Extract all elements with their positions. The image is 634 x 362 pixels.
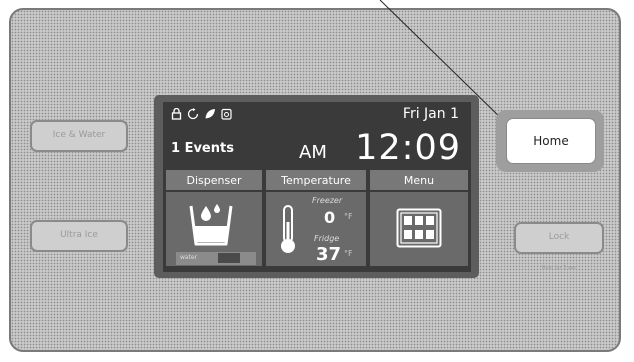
tab-menu[interactable]: Menu (370, 170, 468, 190)
tab-temperature[interactable]: Temperature (266, 170, 366, 190)
ice-water-label: Ice & Water (52, 130, 106, 141)
refresh-icon (187, 108, 199, 122)
lock-label: Lock (548, 232, 570, 243)
date-display: Fri Jan 1 (402, 106, 459, 122)
tab-dispenser-label: Dispenser (186, 173, 242, 187)
tab-temperature-label: Temperature (281, 173, 351, 187)
ultra-ice-label: Ultra Ice (60, 230, 98, 241)
clock-time: 12:09 (355, 128, 461, 168)
status-bar: Fri Jan 1 1 Events AM 12:09 (163, 102, 471, 167)
tab-menu-label: Menu (403, 173, 435, 187)
water-mode-label: water (180, 254, 198, 261)
freezer-temp: 0 (324, 208, 336, 227)
lock-caption: Hold for 3 sec (541, 265, 577, 271)
ice-water-button[interactable]: Ice & Water (30, 120, 128, 152)
lock-button[interactable]: Lock (514, 222, 604, 254)
freezer-unit: °F (344, 212, 353, 221)
lock-icon (171, 107, 182, 122)
home-button[interactable]: Home (506, 118, 596, 164)
events-count[interactable]: 1 Events (171, 141, 234, 156)
home-label: Home (533, 134, 569, 148)
menu-grid-icon (396, 208, 442, 248)
water-mode-chip (218, 253, 240, 263)
am-pm-indicator: AM (299, 142, 327, 163)
dispenser-tile[interactable]: water (166, 192, 262, 266)
temperature-tile[interactable]: Freezer 0 °F Fridge 37 °F (266, 192, 366, 266)
display-screen: Fri Jan 1 1 Events AM 12:09 Dispenser Te… (163, 102, 471, 272)
fridge-temp: 37 (316, 244, 342, 265)
menu-tile[interactable] (370, 192, 468, 266)
tab-dispenser[interactable]: Dispenser (166, 170, 262, 190)
leaf-icon (204, 108, 216, 122)
ultra-ice-button[interactable]: Ultra Ice (30, 220, 128, 252)
thermometer-icon (281, 205, 295, 253)
filter-icon (221, 108, 232, 122)
freezer-label: Freezer (312, 196, 343, 205)
fridge-unit: °F (344, 249, 353, 258)
water-glass-icon (189, 204, 233, 246)
fridge-label: Fridge (314, 234, 340, 243)
